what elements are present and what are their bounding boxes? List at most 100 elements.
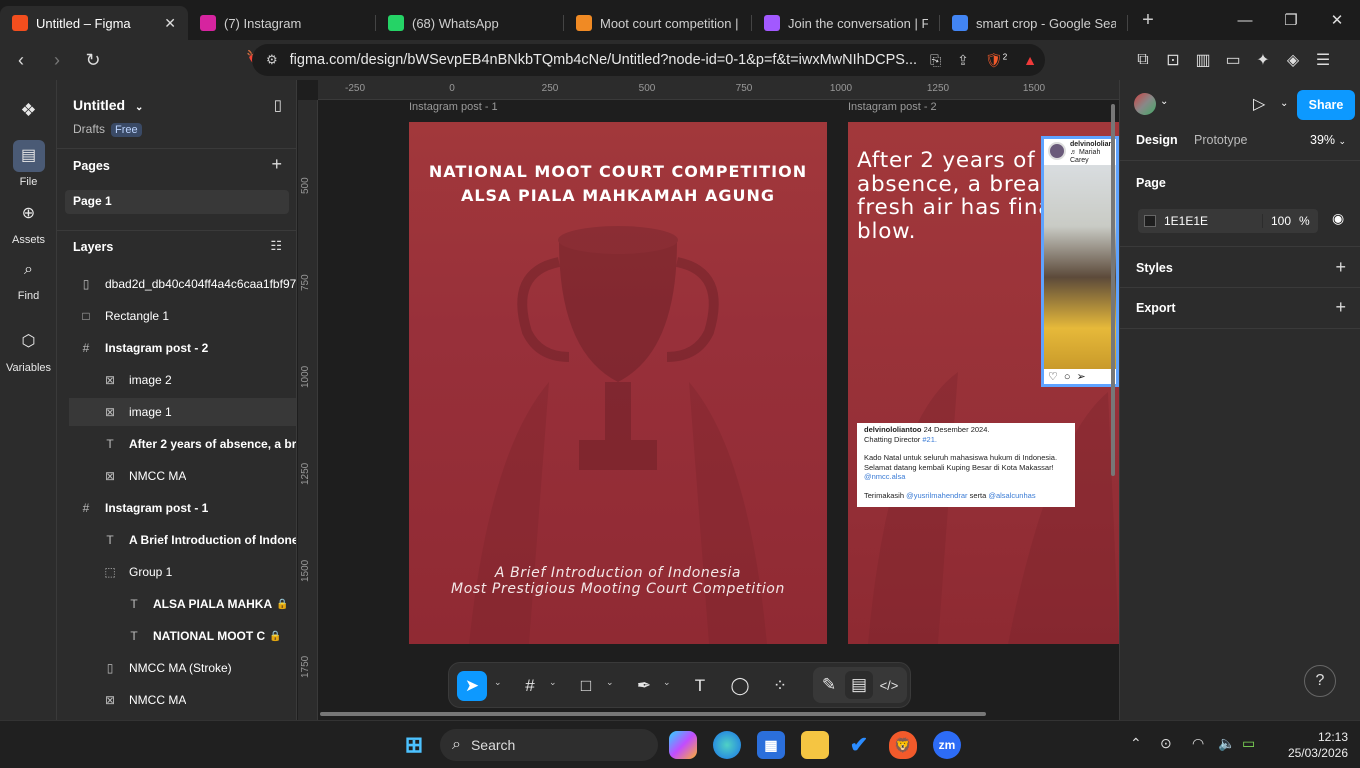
layer-row[interactable]: ⊠ NMCC MA	[69, 686, 296, 714]
file-title[interactable]: Untitled ⌄	[73, 97, 143, 113]
browser-tab[interactable]: Untitled – Figma ✕	[0, 6, 188, 40]
share-button[interactable]: Share	[1297, 90, 1355, 120]
rail-find[interactable]: ⌕ Find	[0, 254, 57, 302]
panel-toggle-icon[interactable]: ▯	[274, 96, 282, 114]
site-settings-icon[interactable]: ⚙	[266, 52, 278, 68]
tab-design[interactable]: Design	[1136, 133, 1178, 147]
layer-row[interactable]: ⬚ Group 1	[69, 558, 296, 586]
layer-row[interactable]: T ALSA PIALA MAHKA 🔒	[69, 590, 296, 618]
instagram-screenshot-image[interactable]: delvinololiant ♬ Mariah Carey ♡○➢	[1041, 136, 1119, 387]
browser-tab[interactable]: Moot court competition | P	[564, 7, 752, 39]
instagram-post-1-frame[interactable]: NATIONAL MOOT COURT COMPETITION ALSA PIA…	[409, 122, 827, 644]
layer-row[interactable]: # Instagram post - 1	[69, 494, 296, 522]
brave-shield-icon[interactable]: 🛡2	[985, 52, 1007, 69]
chevron-down-icon[interactable]: ⌄	[549, 677, 557, 688]
layer-row[interactable]: ⊠ image 1	[69, 398, 296, 426]
post1-frame-label[interactable]: Instagram post - 1	[409, 101, 498, 113]
layer-row[interactable]: ▯ dbad2d_db40c404ff4a4c6caa1fbf97e	[69, 270, 296, 298]
lock-icon[interactable]: 🔒	[269, 631, 281, 642]
wifi-icon[interactable]: ◠	[1192, 735, 1204, 752]
browser-tab[interactable]: (68) WhatsApp	[376, 7, 564, 39]
clock[interactable]: 12:13 25/03/2026	[1288, 729, 1348, 761]
todo-icon[interactable]: ✔	[845, 731, 873, 759]
layer-row[interactable]: ⊠ image 2	[69, 366, 296, 394]
rectangle-tool-icon[interactable]: □	[571, 671, 601, 701]
sidebar-icon[interactable]: ▥	[1188, 50, 1218, 70]
browser-tab[interactable]: smart crop - Google Search	[940, 7, 1128, 39]
post2-frame-label[interactable]: Instagram post - 2	[848, 101, 937, 113]
draw-mode-icon[interactable]: ✎	[815, 671, 843, 699]
caption-image[interactable]: delvinololiantoo 24 Desember 2024. Chatt…	[857, 423, 1075, 507]
share-page-icon[interactable]: ⇪	[957, 52, 969, 69]
lock-icon[interactable]: 🔒	[276, 599, 288, 610]
forward-icon[interactable]: ›	[42, 45, 72, 75]
instagram-post-2-frame[interactable]: After 2 years of absence, a breath of fr…	[848, 122, 1119, 644]
rail-file[interactable]: ▤ File	[0, 140, 57, 188]
drafts-label[interactable]: Drafts	[73, 122, 105, 136]
horizontal-scrollbar[interactable]	[320, 712, 986, 716]
copilot-icon[interactable]	[669, 731, 697, 759]
leo-icon[interactable]: ✦	[1248, 50, 1278, 70]
chevron-down-icon[interactable]: ⌄	[1160, 96, 1168, 107]
comment-tool-icon[interactable]: ◯	[725, 671, 755, 701]
file-explorer-icon[interactable]	[801, 731, 829, 759]
taskbar-search[interactable]: ⌕ Search	[440, 729, 658, 761]
text-tool-icon[interactable]: T	[685, 671, 715, 701]
store-icon[interactable]: ▦	[757, 731, 785, 759]
tab-prototype[interactable]: Prototype	[1194, 133, 1248, 147]
chevron-down-icon[interactable]: ⌄	[606, 677, 614, 688]
layer-row[interactable]: T After 2 years of absence, a breath	[69, 430, 296, 458]
help-button[interactable]: ?	[1304, 665, 1336, 697]
layer-row[interactable]: □ Rectangle 1	[69, 302, 296, 330]
pen-tool-icon[interactable]: ✒	[629, 671, 659, 701]
reader-icon[interactable]: ⊡	[1158, 50, 1188, 70]
chevron-down-icon[interactable]: ⌄	[663, 677, 671, 688]
fill-hex[interactable]: 1E1E1E	[1164, 214, 1262, 228]
fill-opacity[interactable]: 100%	[1262, 214, 1318, 228]
layer-row[interactable]: ⊠ NMCC MA	[69, 462, 296, 490]
add-style-icon[interactable]: +	[1335, 257, 1346, 278]
canvas[interactable]: -250 0 250 500 750 1000 1250 1500 500 750 1000 125…	[298, 80, 1119, 720]
address-bar[interactable]: ⚙ figma.com/design/bWSevpEB4nBNkbTQmb4cN…	[252, 44, 1045, 76]
copy-icon[interactable]: ⎘	[930, 52, 941, 69]
chevron-down-icon[interactable]: ⌄	[494, 677, 502, 688]
rail-assets[interactable]: ⊕ Assets	[0, 198, 57, 246]
eye-icon[interactable]: ◉	[1332, 210, 1344, 227]
wallet-icon[interactable]: ▭	[1218, 50, 1248, 70]
menu-icon[interactable]: ☰	[1308, 50, 1338, 70]
windows-start-icon[interactable]: ⊞	[400, 731, 428, 759]
brave-rewards-icon[interactable]: ▲	[1023, 52, 1037, 68]
edge-icon[interactable]	[713, 731, 741, 759]
brave-browser-icon[interactable]: 🦁	[889, 731, 917, 759]
back-icon[interactable]: ‹	[6, 45, 36, 75]
vpn-icon[interactable]: ◈	[1278, 50, 1308, 70]
design-mode-icon[interactable]: ▤	[845, 671, 873, 699]
collapse-layers-icon[interactable]: ☷	[270, 238, 282, 254]
figma-menu[interactable]: ❖	[0, 94, 57, 130]
restore-icon[interactable]: ❐	[1268, 0, 1314, 40]
extensions-icon[interactable]: ⧉	[1128, 51, 1158, 69]
rail-variables[interactable]: ⬡ Variables	[0, 326, 57, 374]
reload-icon[interactable]: ↻	[78, 45, 108, 75]
browser-tab[interactable]: Join the conversation | Fig	[752, 7, 940, 39]
layer-row[interactable]: T NATIONAL MOOT C 🔒	[69, 622, 296, 650]
color-swatch[interactable]	[1144, 215, 1156, 227]
figma-logo-icon[interactable]: ❖	[13, 94, 45, 126]
layer-row[interactable]: T A Brief Introduction of Indonesia	[69, 526, 296, 554]
chevron-down-icon[interactable]: ⌄	[1280, 98, 1288, 109]
page-item[interactable]: Page 1	[65, 190, 289, 214]
new-tab-button[interactable]: +	[1134, 9, 1162, 32]
close-tab-icon[interactable]: ✕	[164, 15, 176, 32]
dev-mode-icon[interactable]: </>	[875, 671, 903, 699]
vertical-scrollbar[interactable]	[1111, 104, 1115, 476]
close-window-icon[interactable]: ✕	[1314, 0, 1360, 40]
chevron-up-icon[interactable]: ⌃	[1130, 735, 1142, 752]
add-page-icon[interactable]: +	[271, 154, 282, 175]
url-text[interactable]: figma.com/design/bWSevpEB4nBNkbTQmb4cNe/…	[290, 52, 922, 68]
steam-icon[interactable]: ⊙	[1160, 735, 1172, 752]
add-export-icon[interactable]: +	[1335, 297, 1346, 318]
frame-tool-icon[interactable]: #	[515, 671, 545, 701]
present-icon[interactable]: ▷	[1253, 94, 1265, 114]
move-tool-icon[interactable]: ➤	[457, 671, 487, 701]
zoom-level[interactable]: 39% ⌄	[1310, 133, 1346, 147]
